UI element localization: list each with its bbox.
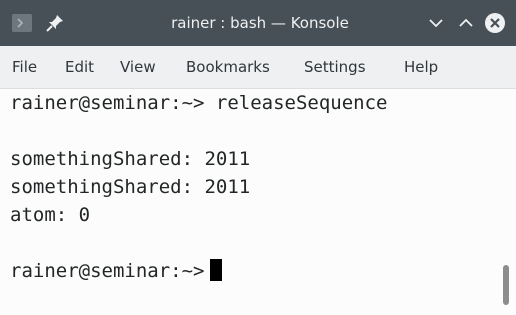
terminal-line-output: somethingShared: 2011 <box>10 176 251 198</box>
window-title: rainer : bash — Konsole <box>171 14 349 32</box>
terminal-line-output: atom: 0 <box>10 204 91 226</box>
menu-bar: File Edit View Bookmarks Settings Help <box>0 46 516 89</box>
terminal-line-prompt: rainer@seminar:~> releaseSequence <box>10 92 388 114</box>
terminal-icon[interactable] <box>12 14 32 32</box>
text-cursor <box>210 259 223 281</box>
scrollbar-handle[interactable] <box>503 265 509 305</box>
minimize-button[interactable] <box>425 12 447 34</box>
chevron-down-icon <box>429 19 443 28</box>
close-icon <box>485 13 505 33</box>
close-button[interactable] <box>484 12 506 34</box>
konsole-window: rainer : bash — Konsole File Edit View B… <box>0 0 516 315</box>
menu-bookmarks[interactable]: Bookmarks <box>186 46 270 88</box>
terminal-output[interactable]: rainer@seminar:~> releaseSequence someth… <box>0 89 516 315</box>
terminal-line-output: somethingShared: 2011 <box>10 148 251 170</box>
menu-file[interactable]: File <box>12 46 37 88</box>
maximize-button[interactable] <box>455 12 477 34</box>
menu-help[interactable]: Help <box>404 46 438 88</box>
chevron-up-icon <box>459 18 473 27</box>
pin-icon[interactable] <box>44 12 66 34</box>
menu-settings[interactable]: Settings <box>304 46 366 88</box>
prompt-text: rainer@seminar:~> <box>10 260 205 282</box>
title-bar[interactable]: rainer : bash — Konsole <box>0 0 516 46</box>
menu-edit[interactable]: Edit <box>65 46 94 88</box>
menu-view[interactable]: View <box>120 46 156 88</box>
terminal-line-prompt-current: rainer@seminar:~> <box>10 257 223 285</box>
